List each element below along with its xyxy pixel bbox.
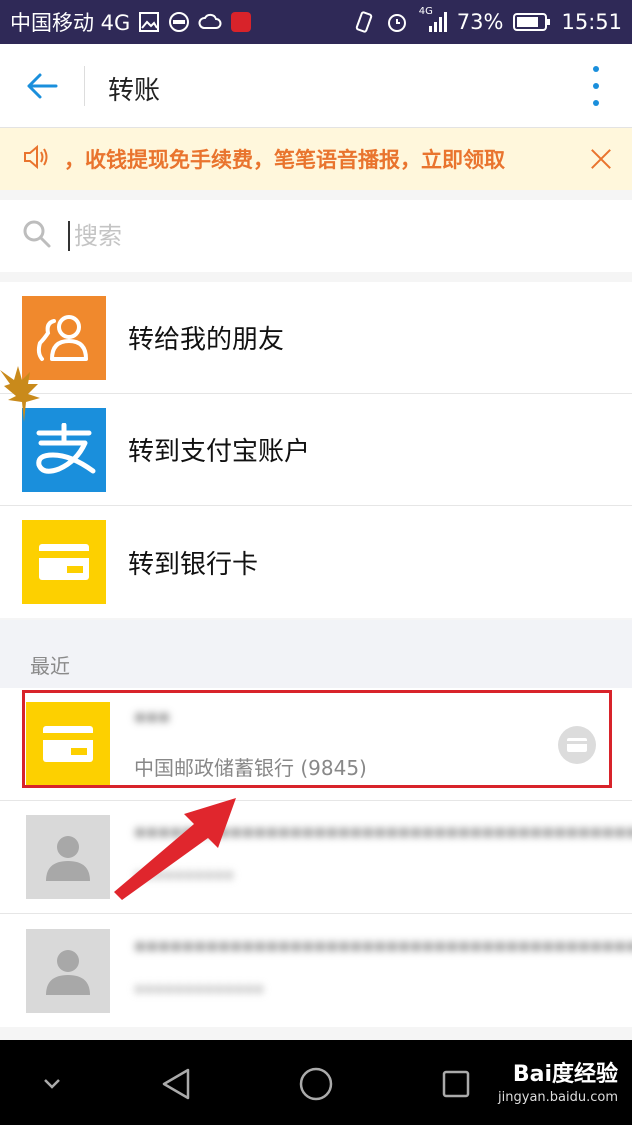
gallery-icon <box>138 11 160 33</box>
watermark-main: Bai度经验 <box>512 1062 618 1087</box>
notice-close-icon[interactable] <box>588 146 614 172</box>
nav-recents-button[interactable] <box>434 1062 478 1106</box>
chevron-down-icon <box>44 1079 60 1089</box>
avatar-icon <box>26 928 110 1013</box>
card-details-button[interactable] <box>558 726 596 764</box>
bank-card-icon <box>22 520 106 604</box>
money-locker-icon <box>230 11 252 33</box>
back-arrow-icon <box>27 73 58 99</box>
option-label: 转到银行卡 <box>128 549 259 580</box>
option-transfer-alipay[interactable]: 转到支付宝账户 <box>0 394 632 506</box>
maple-leaf-icon <box>0 366 40 422</box>
face-mask-icon <box>168 11 190 33</box>
clock-time: 15:51 <box>561 10 622 34</box>
contact-name: *** <box>134 707 170 736</box>
battery-icon <box>513 12 551 32</box>
recent-contact-row[interactable]: ****************************************… <box>0 914 632 1027</box>
system-nav-bar: Bai度经验 jingyan.baidu.com <box>0 1040 632 1125</box>
hide-nav-button[interactable] <box>30 1062 74 1106</box>
back-button[interactable] <box>22 66 62 106</box>
battery-percent: 73% <box>456 10 504 34</box>
annotation-arrow-icon <box>114 798 236 900</box>
circle-home-icon <box>299 1067 333 1101</box>
card-icon <box>567 738 587 752</box>
bank-card-icon <box>26 702 110 786</box>
search-bar[interactable] <box>0 200 632 272</box>
square-recents-icon <box>442 1070 470 1098</box>
contact-account: ************* <box>134 980 264 1005</box>
carrier-label: 中国移动 4G <box>10 11 131 35</box>
option-label: 转给我的朋友 <box>128 325 285 355</box>
watermark-url: jingyan.baidu.com <box>498 1090 618 1105</box>
search-icon <box>22 219 52 253</box>
weather-cloud-icon <box>198 12 222 32</box>
app-bar: 转账 <box>0 44 632 128</box>
status-bar: 中国移动 4G 4G 73% 15:51 <box>0 0 632 44</box>
option-transfer-friend[interactable]: 转给我的朋友 <box>0 282 632 394</box>
notice-banner[interactable]: ，收钱提现免手续费，笔笔语音播报，立即领取 <box>0 128 632 190</box>
option-label: 转到支付宝账户 <box>128 437 311 467</box>
search-input[interactable] <box>68 221 596 251</box>
notice-text: ，收钱提现免手续费，笔笔语音播报，立即领取 <box>64 148 505 172</box>
recent-list: *** 中国邮政储蓄银行 (9845) ********************… <box>0 688 632 1027</box>
baidu-watermark: Bai度经验 jingyan.baidu.com <box>498 1056 618 1105</box>
recent-section-header: 最近 <box>0 620 632 688</box>
network-type-label: 4G <box>418 6 433 17</box>
triangle-back-icon <box>162 1068 190 1100</box>
contact-name: ****************************************… <box>134 936 632 965</box>
alarm-icon <box>385 10 409 34</box>
recent-contact-row[interactable]: ****************************************… <box>0 801 632 914</box>
transfer-options: 转给我的朋友 转到支付宝账户 转到银行卡 <box>0 282 632 618</box>
more-menu-button[interactable] <box>586 66 606 106</box>
vibrate-icon <box>353 10 375 34</box>
contact-bank-info: 中国邮政储蓄银行 (9845) <box>134 755 367 780</box>
header-divider <box>84 66 85 106</box>
speaker-icon <box>22 144 52 175</box>
avatar-icon <box>26 815 110 899</box>
more-dot-icon <box>593 83 599 89</box>
nav-home-button[interactable] <box>294 1062 338 1106</box>
more-dot-icon <box>593 100 599 106</box>
recent-contact-row[interactable]: *** 中国邮政储蓄银行 (9845) <box>0 688 632 801</box>
signal-icon: 4G <box>419 6 447 34</box>
page-title: 转账 <box>108 76 161 106</box>
option-transfer-bank-card[interactable]: 转到银行卡 <box>0 506 632 618</box>
nav-back-button[interactable] <box>154 1062 198 1106</box>
more-dot-icon <box>593 66 599 72</box>
